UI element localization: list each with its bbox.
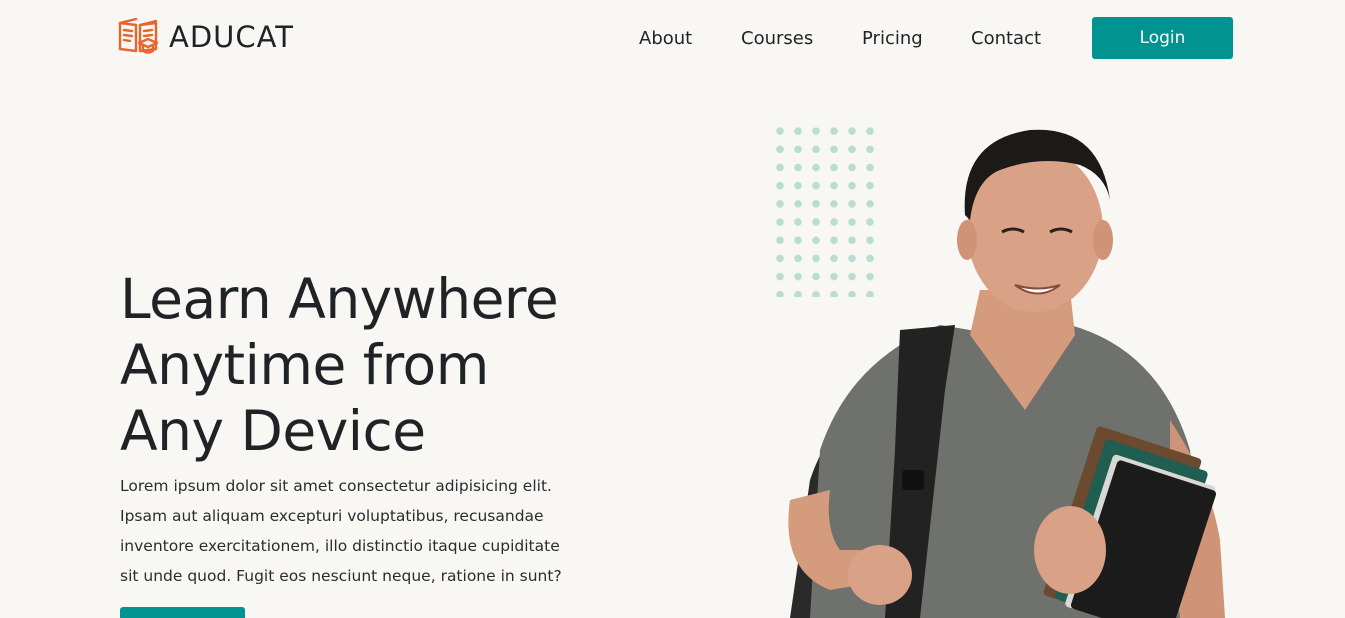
brand-name: ADUCAT <box>169 20 294 54</box>
hero-title-line: Any Device <box>120 399 426 463</box>
hero-title: Learn Anywhere Anytime from Any Device <box>120 266 640 464</box>
login-button[interactable]: Login <box>1092 17 1233 59</box>
hero-description-line: Lorem ipsum dolor sit amet consectetur a… <box>120 477 552 495</box>
site-header: ADUCAT About Courses Pricing Contact Log… <box>0 0 1345 76</box>
hero-description-line: inventore exercitationem, illo distincti… <box>120 537 560 555</box>
hero-title-line: Anytime from <box>120 333 489 397</box>
brand-logo[interactable]: ADUCAT <box>117 17 294 57</box>
book-graduation-cap-icon <box>118 17 159 54</box>
hero-title-line: Learn Anywhere <box>120 267 559 331</box>
hero-cta-button[interactable] <box>120 607 245 618</box>
student-hero-image <box>788 129 1225 618</box>
nav-link-about[interactable]: About <box>639 28 692 49</box>
hero-description-line: Ipsam aut aliquam excepturi voluptatibus… <box>120 507 544 525</box>
hero-description: Lorem ipsum dolor sit amet consectetur a… <box>120 471 590 591</box>
hero-description-line: sit unde quod. Fugit eos nesciunt neque,… <box>120 567 562 585</box>
nav-link-pricing[interactable]: Pricing <box>862 28 923 49</box>
nav-link-courses[interactable]: Courses <box>741 28 813 49</box>
nav-link-contact[interactable]: Contact <box>971 28 1041 49</box>
